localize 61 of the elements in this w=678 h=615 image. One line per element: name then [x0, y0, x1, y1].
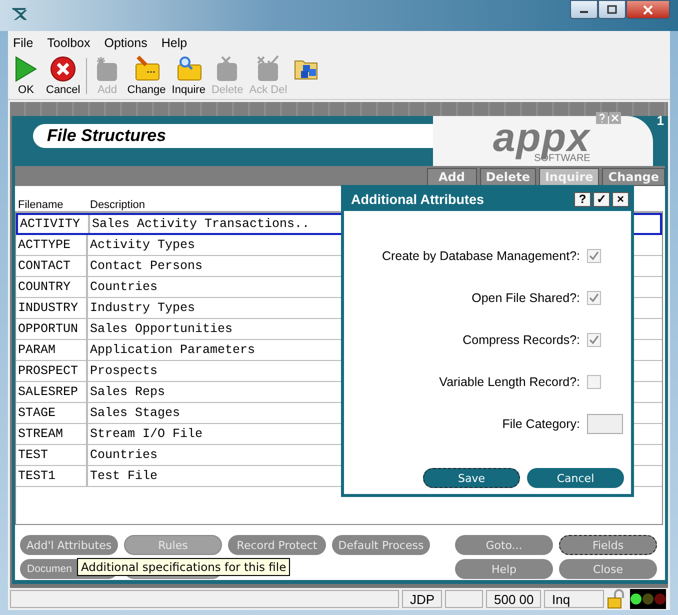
- cancel-icon: [49, 55, 78, 83]
- dialog-header-button[interactable]: ✓: [593, 192, 610, 206]
- close-button[interactable]: [626, 0, 670, 19]
- input-field[interactable]: [587, 414, 623, 434]
- column-header: Description: [90, 199, 146, 211]
- toolbar-button[interactable]: OK: [12, 55, 40, 97]
- help-icon[interactable]: [596, 112, 608, 124]
- table-cell-text: Countries: [89, 280, 158, 294]
- maximize-icon: [607, 5, 617, 14]
- menu-item[interactable]: Options: [104, 36, 148, 50]
- maximize-button[interactable]: [598, 0, 626, 19]
- status-cell: JDP: [402, 590, 442, 608]
- toolbar-button[interactable]: Change: [127, 55, 166, 97]
- table-cell: INDUSTRY: [16, 298, 88, 318]
- tooltip: Additional specifications for this file: [77, 558, 290, 576]
- table-cell-text: Contact Persons: [89, 259, 203, 273]
- dialog-button[interactable]: Cancel: [527, 468, 624, 488]
- table-cell: PROSPECT: [16, 361, 88, 381]
- toolbar-button[interactable]: Cancel: [46, 55, 80, 97]
- table-cell-text: Sales Opportunities: [89, 322, 233, 336]
- table-cell: STREAM: [16, 424, 88, 444]
- table-cell: ACTIVITY: [18, 215, 90, 233]
- dialog-header-button[interactable]: ×: [612, 192, 629, 206]
- table-cell-text: Countries: [89, 448, 158, 462]
- table-cell: ACTTYPE: [16, 235, 88, 255]
- status-cell: [445, 590, 483, 608]
- close-icon: [642, 4, 654, 14]
- table-cell: CONTACT: [16, 256, 88, 276]
- status-cell: Inq: [544, 590, 604, 608]
- menu-item[interactable]: Help: [161, 36, 188, 50]
- toolbar-button[interactable]: Inquire: [172, 55, 206, 97]
- close-icon[interactable]: [609, 112, 622, 124]
- column-header: Filename: [17, 199, 64, 211]
- table-cell: PARAM: [16, 340, 88, 360]
- table-cell: OPPORTUN: [16, 319, 88, 339]
- table-cell: TEST: [16, 445, 88, 465]
- menu-item[interactable]: Toolbox: [47, 36, 90, 50]
- table-cell-text: Test File: [89, 469, 158, 483]
- minimize-button[interactable]: [570, 0, 598, 19]
- page-number: 1: [656, 113, 664, 128]
- magnifier-card-icon: [174, 55, 203, 83]
- table-cell: STAGE: [16, 403, 88, 423]
- menu-item[interactable]: File: [13, 36, 34, 50]
- pencil-card-icon: [132, 55, 161, 83]
- table-cell-text: Activity Types: [89, 238, 196, 252]
- table-cell: TEST1: [16, 466, 88, 486]
- app-icon: [10, 7, 28, 21]
- status-cell: 500 00: [486, 590, 541, 608]
- table-cell: SALESREP: [16, 382, 88, 402]
- table-cell-text: Stream I/O File: [89, 427, 203, 441]
- table-cell-text: Prospects: [89, 364, 158, 378]
- dialog-header-button[interactable]: ?: [574, 192, 591, 206]
- table-cell-text: Application Parameters: [89, 343, 256, 357]
- dialog-button[interactable]: Save: [423, 468, 520, 488]
- table-cell-text: Sales Activity Transactions..: [91, 217, 310, 231]
- table-cell: COUNTRY: [16, 277, 88, 297]
- dialog-title: Additional Attributes: [351, 192, 484, 206]
- table-cell-text: Sales Reps: [89, 385, 166, 399]
- table-cell-text: Industry Types: [89, 301, 196, 315]
- screen-title: File Structures: [33, 124, 433, 148]
- table-cell-text: Sales Stages: [89, 406, 180, 420]
